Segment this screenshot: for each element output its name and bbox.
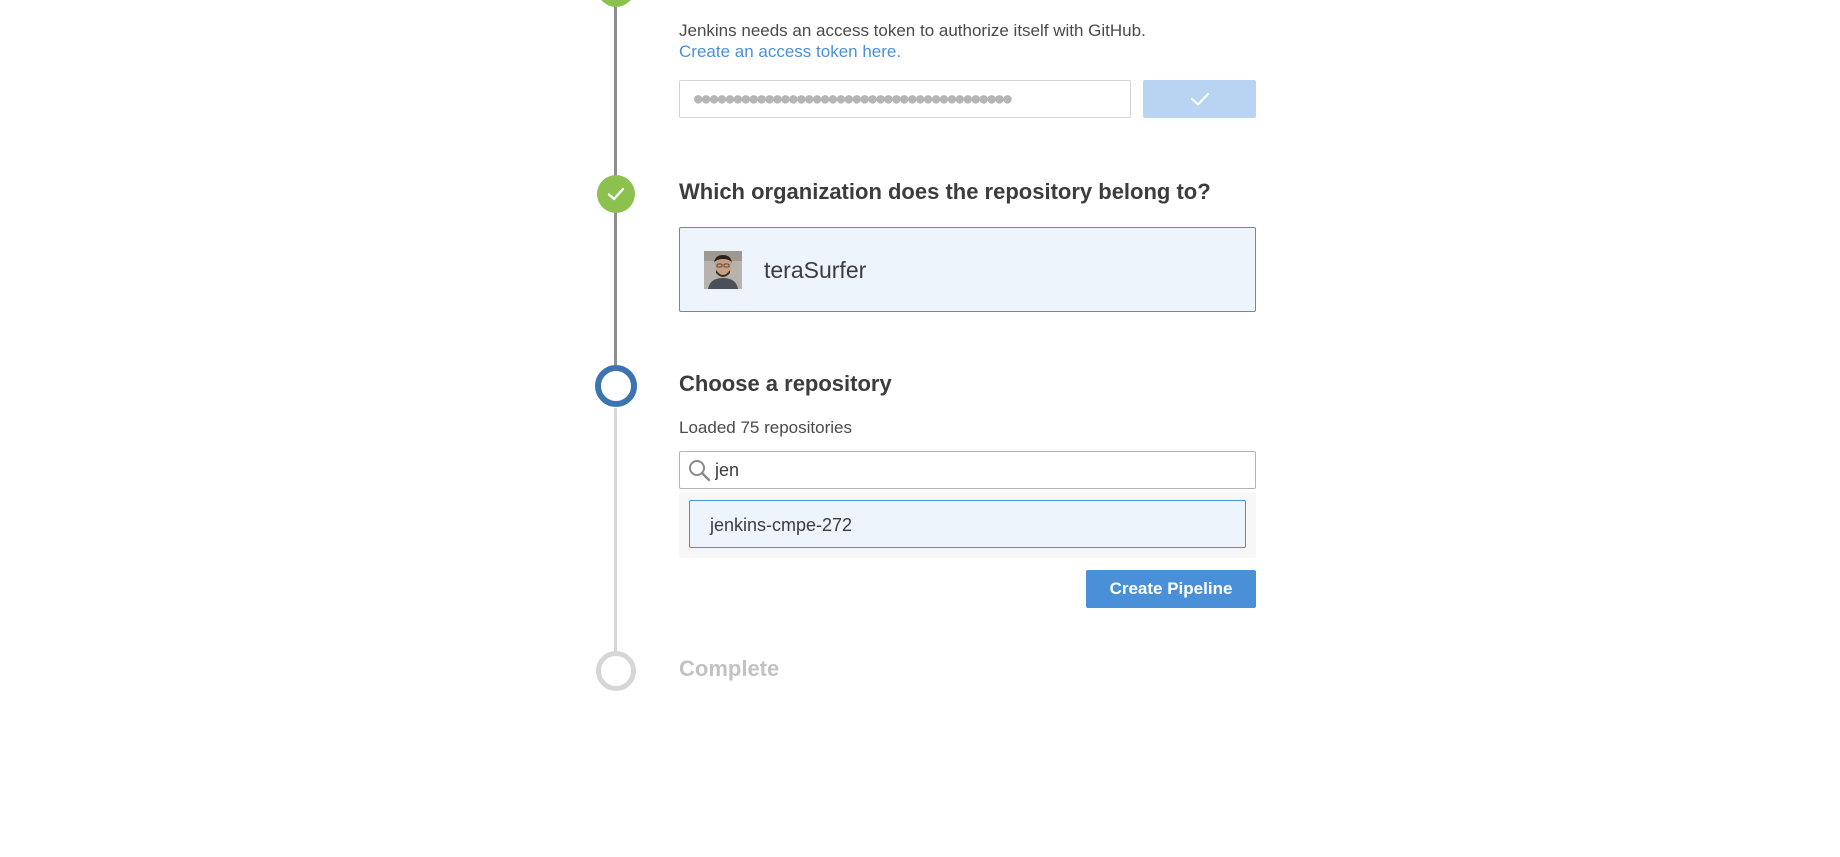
complete-step-title: Complete bbox=[679, 656, 780, 681]
repository-results-list: jenkins-cmpe-272 bbox=[679, 493, 1256, 558]
create-pipeline-page: Jenkins needs an access token to authori… bbox=[0, 0, 1840, 857]
access-token-instructions: Jenkins needs an access token to authori… bbox=[679, 20, 1256, 62]
create-access-token-link[interactable]: Create an access token here. bbox=[679, 42, 901, 61]
access-token-row: ●●●●●●●●●●●●●●●●●●●●●●●●●●●●●●●●●●●●●●●● bbox=[679, 80, 1256, 118]
organization-card-selected[interactable]: teraSurfer bbox=[679, 227, 1256, 312]
timeline-line-pending bbox=[614, 408, 617, 653]
repository-search-box bbox=[679, 451, 1256, 489]
list-item[interactable]: jenkins-cmpe-272 bbox=[689, 500, 1246, 548]
repository-search-input[interactable] bbox=[715, 452, 1245, 488]
timeline-line-completed bbox=[614, 212, 617, 368]
organization-name: teraSurfer bbox=[764, 257, 867, 283]
organization-step-title: Which organization does the repository b… bbox=[679, 179, 1211, 204]
step-complete-marker-token bbox=[597, 0, 635, 7]
step-complete-marker-organization bbox=[597, 175, 635, 213]
timeline-line-completed bbox=[614, 0, 617, 180]
access-token-description: Jenkins needs an access token to authori… bbox=[679, 21, 1146, 40]
access-token-input[interactable]: ●●●●●●●●●●●●●●●●●●●●●●●●●●●●●●●●●●●●●●●● bbox=[679, 80, 1131, 118]
checkmark-icon bbox=[607, 187, 625, 201]
token-validated-button[interactable] bbox=[1143, 80, 1256, 118]
avatar bbox=[704, 251, 742, 289]
repositories-loaded-status: Loaded 75 repositories bbox=[679, 418, 852, 437]
step-active-marker-repository bbox=[595, 365, 637, 407]
search-icon bbox=[689, 460, 711, 482]
repository-name: jenkins-cmpe-272 bbox=[710, 515, 853, 535]
step-pending-marker-complete bbox=[596, 651, 636, 691]
create-pipeline-button[interactable]: Create Pipeline bbox=[1086, 570, 1256, 608]
repository-step-title: Choose a repository bbox=[679, 371, 892, 396]
checkmark-icon bbox=[1190, 93, 1209, 106]
